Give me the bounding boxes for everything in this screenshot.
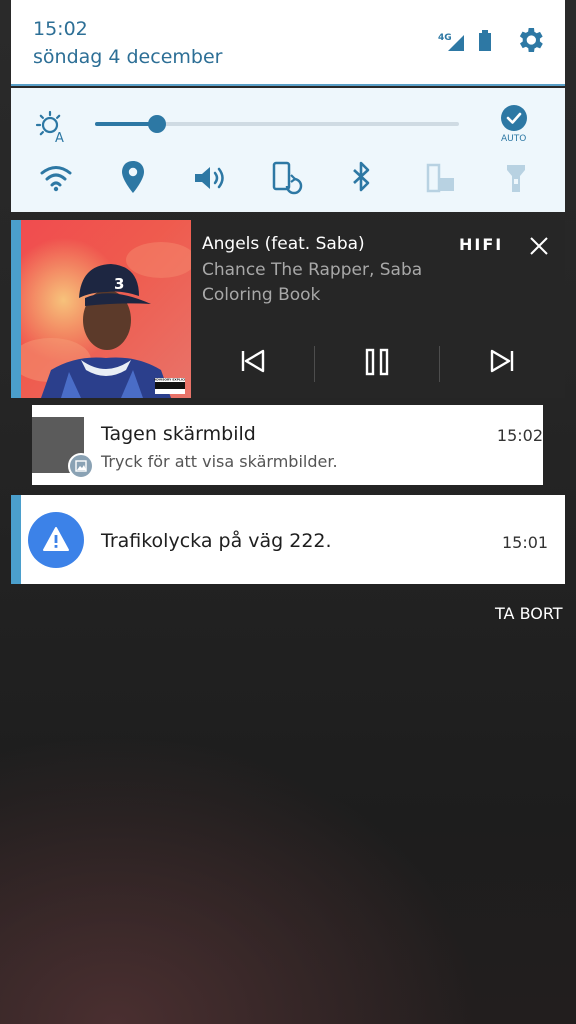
image-icon [75,460,87,472]
screenshot-notification[interactable]: Tagen skärmbild Tryck för att visa skärm… [32,405,543,485]
pause-icon[interactable] [364,348,390,376]
notification-subtitle: Tryck för att visa skärmbilder. [101,452,338,471]
status-header: 15:02 söndag 4 december 4G [11,0,565,86]
control-divider [439,346,440,382]
notification-title: Tagen skärmbild [101,423,256,445]
auto-check-icon[interactable] [500,104,528,132]
clear-all-button[interactable]: TA BORT [495,604,563,623]
warning-icon-circle [28,512,84,568]
next-icon[interactable] [489,348,515,374]
battery-icon [479,30,491,51]
warning-icon [43,527,69,551]
track-title: Angels (feat. Saba) [202,234,365,254]
signal-icon: 4G [438,33,464,51]
notification-title: Trafikolycka på väg 222. [101,530,332,552]
bluetooth-icon[interactable] [350,160,374,194]
image-badge [68,453,94,479]
rotate-icon[interactable] [271,161,303,195]
hifi-badge: HIFI [459,235,504,254]
album-art: 3 PARENTAL ADVISORY EXPLICIT CONTENT [21,220,191,398]
brightness-slider-knob[interactable] [147,115,166,133]
brightness-slider[interactable] [95,115,459,133]
location-icon[interactable] [121,160,145,194]
date: söndag 4 december [33,46,223,68]
cap-number: 3 [114,275,124,293]
notification-time: 15:01 [502,533,549,552]
auto-brightness-icon[interactable]: A [35,110,69,144]
accent-bar [11,220,21,398]
accent-bar [11,495,21,584]
media-notification[interactable]: 3 PARENTAL ADVISORY EXPLICIT CONTENT Ang… [11,220,565,398]
track-artist: Chance The Rapper, Saba [202,260,423,280]
traffic-notification[interactable]: Trafikolycka på väg 222. 15:01 [11,495,565,584]
gear-icon[interactable] [514,24,546,56]
control-divider [314,346,315,382]
flashlight-icon[interactable] [504,162,528,194]
track-album: Coloring Book [202,285,321,305]
auto-label: AUTO [501,134,527,144]
svg-text:A: A [55,131,64,144]
multiwindow-icon[interactable] [425,162,457,194]
close-icon[interactable] [529,236,549,256]
network-type-label: 4G [438,33,452,43]
clock: 15:02 [33,18,88,40]
wifi-icon[interactable] [39,164,73,192]
quick-settings-panel: A AUTO [11,88,565,212]
volume-icon[interactable] [193,164,227,192]
previous-icon[interactable] [240,348,266,374]
notification-time: 15:02 [496,426,543,445]
